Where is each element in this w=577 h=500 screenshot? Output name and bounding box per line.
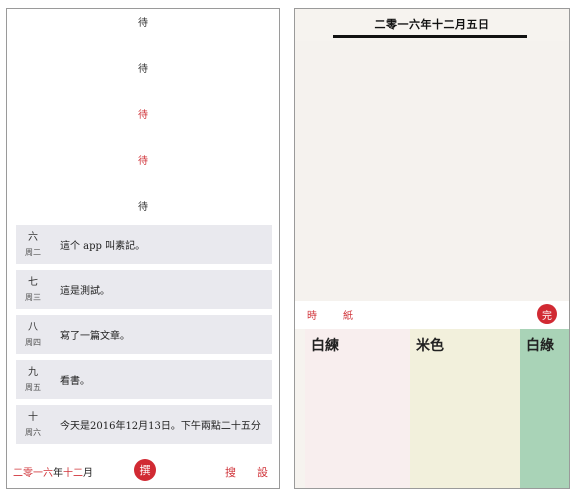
entry-text: 看書。 — [60, 376, 90, 387]
entry-list: 六 周二 這个 app 叫素記。 七 周三 這是測試。 八 周四 寫了一篇文章。… — [16, 225, 272, 450]
paper-swatch[interactable]: 白綠 — [520, 329, 569, 488]
editor-toolbar: 時 紙 完 — [295, 301, 569, 329]
hour-mark-highlighted[interactable]: 待 — [7, 152, 279, 167]
hour-marks: 待 待 待 待 待 — [7, 9, 279, 229]
page-title: 二零一六年十二月五日 — [374, 18, 490, 31]
editor-screen: 二零一六年十二月五日 時 紙 完 白練 米色 白綠 — [294, 8, 570, 489]
entry-day: 八 — [28, 321, 38, 333]
time-button[interactable]: 時 — [307, 307, 317, 322]
hour-mark[interactable]: 待 — [7, 14, 279, 29]
entry-row[interactable]: 十 周六 今天是2016年12月13日。下午兩點二十五分 — [16, 405, 272, 444]
current-month-label[interactable]: 二零一六年十二月 — [13, 464, 93, 479]
paper-button[interactable]: 紙 — [343, 307, 353, 322]
paper-swatch[interactable]: 米色 — [410, 329, 520, 488]
done-button[interactable]: 完 — [537, 304, 557, 324]
entry-text: 這个 app 叫素記。 — [60, 241, 146, 252]
entry-weekday: 周二 — [25, 247, 41, 257]
entry-weekday: 周六 — [25, 427, 41, 437]
swatch-label: 米色 — [416, 338, 444, 354]
entry-weekday: 周三 — [25, 292, 41, 302]
paper-swatches: 白練 米色 白綠 — [295, 329, 569, 488]
entry-weekday: 周五 — [25, 382, 41, 392]
entry-row[interactable]: 八 周四 寫了一篇文章。 — [16, 315, 272, 354]
entry-day: 七 — [28, 276, 38, 288]
year-digits: 二零一六 — [13, 468, 53, 479]
entry-row[interactable]: 九 周五 看書。 — [16, 360, 272, 399]
timeline-screen: 待 待 待 待 待 六 周二 這个 app 叫素記。 七 周三 這是測試。 八 … — [6, 8, 280, 489]
entry-day: 九 — [28, 366, 38, 378]
settings-button[interactable]: 設 — [257, 464, 268, 480]
hour-mark[interactable]: 待 — [7, 60, 279, 75]
search-button[interactable]: 搜 — [225, 464, 236, 480]
entry-text: 今天是2016年12月13日。下午兩點二十五分 — [60, 421, 261, 432]
bottom-toolbar: 二零一六年十二月 撰 搜 設 — [7, 454, 279, 488]
swatch-label: 白練 — [311, 338, 339, 354]
entry-day: 六 — [28, 231, 38, 243]
writing-area[interactable] — [295, 41, 569, 301]
entry-text: 寫了一篇文章。 — [60, 331, 130, 342]
entry-date: 九 周五 — [16, 360, 50, 399]
entry-date: 七 周三 — [16, 270, 50, 309]
entry-date: 八 周四 — [16, 315, 50, 354]
hour-mark[interactable]: 待 — [7, 198, 279, 213]
month-digits: 十二 — [63, 468, 83, 479]
entry-weekday: 周四 — [25, 337, 41, 347]
month-suffix: 月 — [83, 468, 93, 479]
title-divider — [333, 35, 527, 38]
swatch-label: 白綠 — [526, 338, 554, 354]
entry-date: 六 周二 — [16, 225, 50, 264]
compose-button[interactable]: 撰 — [134, 459, 156, 481]
paper-swatch[interactable]: 白練 — [305, 329, 410, 488]
entry-date: 十 周六 — [16, 405, 50, 444]
entry-row[interactable]: 六 周二 這个 app 叫素記。 — [16, 225, 272, 264]
year-suffix: 年 — [53, 468, 63, 479]
entry-text: 這是測試。 — [60, 286, 110, 297]
entry-row[interactable]: 七 周三 這是測試。 — [16, 270, 272, 309]
hour-mark-highlighted[interactable]: 待 — [7, 106, 279, 121]
entry-day: 十 — [28, 411, 38, 423]
